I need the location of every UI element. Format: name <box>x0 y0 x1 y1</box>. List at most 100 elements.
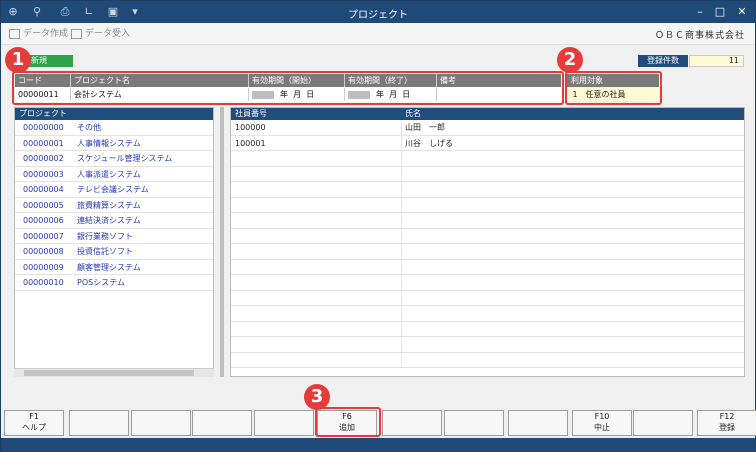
project-list-item[interactable]: 00000010 POSシステム <box>15 275 213 291</box>
table-row[interactable] <box>231 259 744 275</box>
col-employee-id: 社員番号 <box>235 109 267 118</box>
project-name: 顧客管理システム <box>77 262 141 272</box>
column-divider <box>401 182 402 197</box>
project-code: 00000007 <box>23 231 64 241</box>
table-row[interactable] <box>231 197 744 213</box>
fkey-empty-button[interactable] <box>633 410 693 436</box>
toolbar: データ作成 データ受入 <box>1 23 755 45</box>
employee-panel: 社員番号 氏名 100000 山田 一郎 100001 川谷 しげる <box>230 107 745 377</box>
fkey-empty-button[interactable] <box>254 410 314 436</box>
status-bar <box>1 438 755 452</box>
column-divider <box>401 275 402 290</box>
col-employee-name: 氏名 <box>405 109 421 118</box>
project-name: 銀行業務ソフト <box>77 231 133 241</box>
table-row[interactable] <box>231 228 744 244</box>
project-list-item[interactable]: 00000008 投資信託ソフト <box>15 244 213 260</box>
column-divider <box>401 166 402 181</box>
employee-id: 100000 <box>235 123 266 132</box>
table-row[interactable] <box>231 321 744 337</box>
column-divider <box>401 352 402 367</box>
create-data-label: データ作成 <box>23 29 69 39</box>
count-value: 11 <box>689 55 744 67</box>
fkey-empty-button[interactable] <box>192 410 252 436</box>
panel-splitter[interactable] <box>220 107 224 377</box>
project-code: 00000006 <box>23 216 64 225</box>
column-divider <box>401 120 402 135</box>
fkey-empty-button[interactable] <box>69 410 129 436</box>
table-row[interactable] <box>231 166 744 182</box>
project-code: 00000009 <box>23 262 64 272</box>
table-row[interactable] <box>231 182 744 198</box>
close-icon[interactable]: ✕ <box>733 4 751 20</box>
marker-2: 2 <box>557 47 583 73</box>
highlight-box-3 <box>315 407 381 437</box>
import-data-button[interactable]: データ受入 <box>71 27 130 41</box>
column-divider <box>401 228 402 243</box>
project-name: スケジュール管理システム <box>77 154 173 163</box>
column-divider <box>401 213 402 228</box>
project-list-item[interactable]: 00000002 スケジュール管理システム <box>15 151 213 167</box>
table-row[interactable]: 100000 山田 一郎 <box>231 120 744 136</box>
marker-1: 1 <box>5 47 31 73</box>
fkey-f1-button[interactable]: F1 ヘルプ <box>4 410 64 436</box>
table-row[interactable] <box>231 352 744 368</box>
fkey-label: 登録 <box>719 423 735 432</box>
project-name: 旅費精算システム <box>77 200 141 210</box>
column-divider <box>401 259 402 274</box>
project-list-panel: プロジェクト 00000000 その他 00000001 人事情報システム 000000… <box>14 107 214 377</box>
table-row[interactable] <box>231 306 744 322</box>
marker-3: 3 <box>304 384 330 410</box>
table-row[interactable] <box>231 290 744 306</box>
fkey-number: F1 <box>29 412 39 421</box>
column-divider <box>401 290 402 305</box>
fkey-empty-button[interactable] <box>131 410 191 436</box>
table-row[interactable]: 100001 川谷 しげる <box>231 135 744 151</box>
column-divider <box>401 306 402 321</box>
app-window: ⊕ ⚲ ⎙ ∟ ▣ ▾ プロジェクト – □ ✕ データ作成 データ受入 ＯＢＣ… <box>0 0 756 452</box>
table-row[interactable] <box>231 275 744 291</box>
employee-id: 100001 <box>235 138 266 148</box>
project-list: 00000000 その他 00000001 人事情報システム 00000002 スケジュー… <box>15 120 213 291</box>
project-list-item[interactable]: 00000005 旅費精算システム <box>15 198 213 213</box>
horizontal-scrollbar[interactable] <box>14 368 214 377</box>
project-list-item[interactable]: 00000001 人事情報システム <box>15 136 213 151</box>
highlight-box-2 <box>565 71 662 105</box>
fkey-empty-button[interactable] <box>382 410 442 436</box>
project-list-item[interactable]: 00000000 その他 <box>15 120 213 136</box>
window-title: プロジェクト <box>348 10 408 21</box>
project-code: 00000008 <box>23 247 64 256</box>
table-row[interactable] <box>231 244 744 260</box>
project-name: その他 <box>77 123 101 132</box>
column-divider <box>401 321 402 336</box>
project-code: 00000003 <box>23 169 64 179</box>
table-row[interactable] <box>231 337 744 353</box>
count-label: 登録件数 <box>638 55 688 67</box>
project-name: 投資信託ソフト <box>77 247 133 256</box>
project-list-item[interactable]: 00000004 テレビ会議システム <box>15 182 213 198</box>
minimize-icon[interactable]: – <box>691 4 709 20</box>
employee-rows: 100000 山田 一郎 100001 川谷 しげる <box>231 120 744 368</box>
table-row[interactable] <box>231 151 744 167</box>
maximize-icon[interactable]: □ <box>711 4 729 20</box>
project-code: 00000005 <box>23 200 64 210</box>
scrollbar-thumb[interactable] <box>24 370 194 376</box>
project-list-item[interactable]: 00000009 顧客管理システム <box>15 260 213 275</box>
column-divider <box>401 135 402 150</box>
project-list-item[interactable]: 00000003 人事派遣システム <box>15 167 213 182</box>
table-row[interactable] <box>231 213 744 229</box>
fkey-empty-button[interactable] <box>444 410 504 436</box>
project-name: 人事派遣システム <box>77 169 141 179</box>
create-data-button[interactable]: データ作成 <box>9 27 68 41</box>
fkey-f10-button[interactable]: F10 中止 <box>572 410 632 436</box>
project-list-item[interactable]: 00000006 連結決済システム <box>15 213 213 229</box>
project-code: 00000004 <box>23 185 64 194</box>
project-list-header: プロジェクト <box>15 108 213 120</box>
project-name: 人事情報システム <box>77 138 141 148</box>
column-divider <box>401 337 402 352</box>
project-list-item[interactable]: 00000007 銀行業務ソフト <box>15 229 213 244</box>
column-divider <box>401 151 402 166</box>
fkey-label: 中止 <box>594 423 610 432</box>
create-data-icon <box>9 29 20 39</box>
fkey-f12-button[interactable]: F12 登録 <box>697 410 756 436</box>
fkey-empty-button[interactable] <box>508 410 568 436</box>
